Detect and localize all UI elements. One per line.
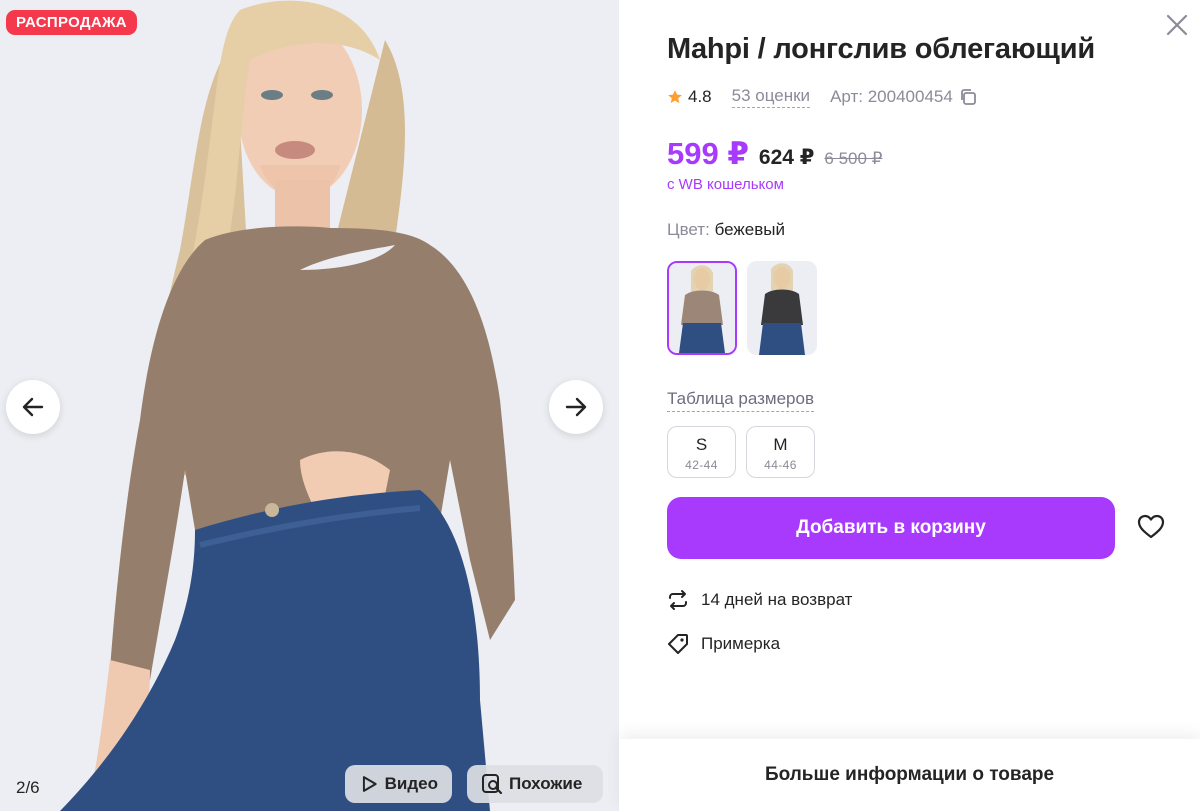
copy-icon <box>960 89 976 105</box>
arrow-left-icon <box>22 397 44 417</box>
color-value: бежевый <box>714 220 785 239</box>
image-search-icon <box>482 774 503 795</box>
color-swatch-beige[interactable] <box>667 261 737 355</box>
arrow-right-icon <box>565 397 587 417</box>
copy-article-button[interactable] <box>959 88 977 106</box>
regular-price: 624 ₽ <box>758 146 815 169</box>
sale-badge: РАСПРОДАЖА <box>6 10 137 35</box>
similar-button[interactable]: Похожие <box>467 765 603 803</box>
favorite-button[interactable] <box>1137 514 1165 545</box>
color-row: Цвет: бежевый <box>667 220 785 240</box>
size-option-m[interactable]: M 44-46 <box>746 426 815 478</box>
previous-photo-button[interactable] <box>6 380 60 434</box>
video-button[interactable]: Видео <box>345 765 452 803</box>
fitting-option: Примерка <box>667 633 780 655</box>
size-option-s[interactable]: S 42-44 <box>667 426 736 478</box>
size-ru: 44-46 <box>764 458 797 472</box>
swatch-thumbnail <box>747 261 817 355</box>
product-gallery: РАСПРОДАЖА 2/6 Видео Похожие <box>0 0 619 811</box>
return-policy: 14 дней на возврат <box>667 589 852 611</box>
video-button-label: Видео <box>384 774 438 793</box>
rating: 4.8 <box>667 87 712 107</box>
return-policy-label: 14 дней на возврат <box>701 590 853 609</box>
product-info-panel: Mahpi / лонгслив облегающий 4.8 53 оценк… <box>619 0 1200 811</box>
color-swatch-black[interactable] <box>747 261 817 355</box>
similar-button-label: Похожие <box>509 774 583 793</box>
size-name: M <box>773 435 788 454</box>
wallet-price: 599 ₽ <box>667 136 749 171</box>
article-number: Арт: 200400454 <box>830 87 953 106</box>
wallet-note: с WB кошельком <box>667 176 784 193</box>
price-row: 599 ₽ 624 ₽ 6 500 ₽ <box>667 136 882 172</box>
size-ru: 42-44 <box>685 458 718 472</box>
next-photo-button[interactable] <box>549 380 603 434</box>
product-photo <box>0 0 619 811</box>
photo-counter: 2/6 <box>16 778 40 797</box>
star-icon <box>668 90 682 104</box>
tag-icon <box>668 634 688 654</box>
add-to-cart-button[interactable]: Добавить в корзину <box>667 497 1115 559</box>
color-label: Цвет: <box>667 220 710 239</box>
fitting-option-label: Примерка <box>701 634 781 653</box>
heart-icon <box>1137 514 1165 539</box>
size-chart-link[interactable]: Таблица размеров <box>667 389 814 412</box>
swatch-thumbnail <box>669 263 735 353</box>
product-meta: 4.8 53 оценки Арт: 200400454 <box>667 86 977 108</box>
play-icon <box>362 776 377 792</box>
old-price: 6 500 ₽ <box>824 149 883 168</box>
product-title: Mahpi / лонгслив облегающий <box>667 33 1095 65</box>
more-info-button[interactable]: Больше информации о товаре <box>619 739 1200 811</box>
close-icon[interactable] <box>1164 12 1190 38</box>
rating-value: 4.8 <box>688 87 712 106</box>
size-name: S <box>695 435 708 454</box>
return-arrows-icon <box>669 590 687 610</box>
reviews-link[interactable]: 53 оценки <box>731 86 811 108</box>
